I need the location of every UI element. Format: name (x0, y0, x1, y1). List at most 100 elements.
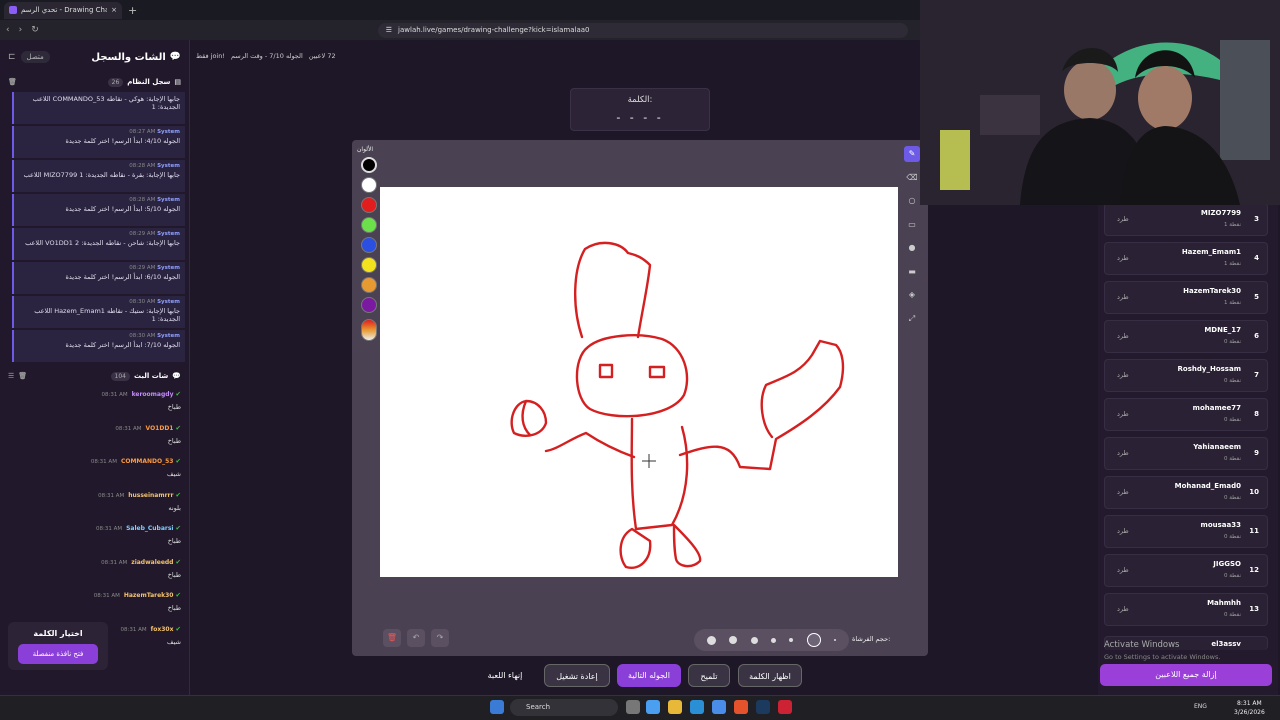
color-swatch[interactable] (361, 217, 377, 233)
filter-icon[interactable]: ☰ (8, 372, 14, 380)
chat-username[interactable]: husseinamrrr (128, 492, 173, 499)
brush-size-option[interactable] (834, 639, 837, 641)
chat-username[interactable]: COMMANDO_53 (121, 458, 174, 465)
trash-icon[interactable]: 🗑 (18, 372, 27, 380)
hint-button[interactable]: تلميح (688, 664, 730, 687)
player-points: 0 نقطة (1223, 534, 1241, 540)
brush-size-option[interactable] (750, 636, 758, 644)
color-swatch[interactable] (361, 297, 377, 313)
kick-button[interactable]: طرد (1117, 410, 1129, 418)
pen-icon[interactable]: ✎ (904, 146, 920, 162)
clear-canvas-button[interactable]: 🗑 (383, 629, 401, 647)
taskbar-clock[interactable]: 8:31 AM 3/26/2026 (1234, 699, 1265, 717)
live-chat-title: شات البث (134, 372, 169, 380)
chat-username[interactable]: HazemTarek30 (124, 592, 174, 599)
system-log-author: System (157, 129, 180, 135)
collapse-panel-icon[interactable]: ⊏ (8, 52, 16, 62)
new-tab-button[interactable]: + (128, 4, 137, 17)
system-log-text: اللاعب COMMANDO_53 جابها الإجابة: هوكي -… (32, 95, 180, 111)
undo-button[interactable]: ↶ (407, 629, 425, 647)
brush-size-option[interactable] (789, 638, 794, 642)
chat-text: شيف (166, 470, 181, 478)
chat-time: 08:31 AM (95, 526, 123, 532)
windows-start-icon[interactable] (490, 700, 504, 714)
player-rank: 11 (1249, 527, 1259, 535)
kick-button[interactable]: طرد (1117, 293, 1129, 301)
expand-icon[interactable]: ⤢ (904, 311, 920, 327)
app-icon[interactable] (646, 700, 660, 714)
color-swatch[interactable] (361, 157, 377, 173)
bucket-icon[interactable]: ◈ (904, 287, 920, 303)
forward-icon[interactable]: › (19, 25, 23, 35)
language-indicator[interactable]: ENG (1194, 703, 1207, 710)
kick-button[interactable]: طرد (1117, 527, 1129, 535)
chat-username[interactable]: VO1DD1 (146, 425, 174, 432)
url-field[interactable]: ☰ jawlah.live/games/drawing-challenge?ki… (377, 22, 908, 38)
reload-icon[interactable]: ↻ (31, 25, 39, 35)
kick-button[interactable]: طرد (1117, 215, 1129, 223)
taskbar-search[interactable]: Search (510, 699, 618, 716)
line-icon[interactable]: ▬ (904, 264, 920, 280)
brush-size-option-selected[interactable] (806, 633, 821, 647)
close-tab-icon[interactable]: × (111, 6, 117, 14)
system-log-count: 26 (107, 77, 124, 87)
drawing-canvas[interactable] (380, 187, 898, 577)
kick-button[interactable]: طرد (1117, 566, 1129, 574)
custom-color-picker[interactable] (361, 319, 377, 341)
fill-icon[interactable]: ● (904, 240, 920, 256)
end-game-button[interactable]: إنهاء اللعبة (480, 664, 530, 687)
mail-icon[interactable] (712, 700, 726, 714)
chat-username[interactable]: keroomagdy (132, 391, 174, 398)
edge-icon[interactable] (690, 700, 704, 714)
chat-username[interactable]: fox30x (151, 626, 174, 633)
live-chat-count: 104 (110, 371, 130, 381)
kick-button[interactable]: طرد (1117, 605, 1129, 613)
kick-button[interactable]: طرد (1117, 254, 1129, 262)
task-view-icon[interactable] (626, 700, 640, 714)
join-info: !join فقط (196, 52, 225, 60)
back-icon[interactable]: ‹ (6, 25, 10, 35)
obs-icon[interactable] (778, 700, 792, 714)
player-name: Mohanad_Emad0 (1174, 482, 1241, 490)
kick-button[interactable]: طرد (1117, 371, 1129, 379)
color-swatch[interactable] (361, 237, 377, 253)
color-swatch[interactable] (361, 197, 377, 213)
system-log-entry: 08:29 AM System اللاعب VO1DD1 جابها الإجا… (12, 228, 185, 260)
browser-tab[interactable]: تحدي الرسم - Drawing Challenge × (4, 1, 122, 19)
chat-message-meta: 08:31 AM ziadwaleedd ✔ (8, 558, 181, 566)
system-log-time: 08:29 AM (129, 231, 156, 237)
chat-time: 08:31 AM (93, 593, 120, 599)
color-swatch[interactable] (361, 277, 377, 293)
player-points: 0 نقطة (1223, 573, 1241, 579)
next-round-button[interactable]: الجوله التالية (617, 664, 681, 687)
trash-icon[interactable]: 🗑 (8, 78, 17, 86)
kick-button[interactable]: طرد (1117, 488, 1129, 496)
site-info-icon[interactable]: ☰ (386, 26, 392, 34)
brave-icon[interactable] (734, 700, 748, 714)
system-log-author: System (157, 197, 180, 203)
replay-button[interactable]: إعادة تشغيل (544, 664, 610, 687)
circle-icon[interactable]: ○ (904, 193, 920, 209)
steam-icon[interactable] (756, 700, 770, 714)
chat-username[interactable]: ziadwaleedd (131, 559, 173, 566)
brush-size-option[interactable] (729, 636, 738, 644)
color-swatch[interactable] (361, 177, 377, 193)
kick-button[interactable]: طرد (1117, 449, 1129, 457)
chat-time: 08:31 AM (90, 459, 117, 465)
rect-icon[interactable]: ▭ (904, 217, 920, 233)
brush-size-option[interactable] (770, 637, 776, 643)
url-text: jawlah.live/games/drawing-challenge?kick… (398, 26, 590, 34)
eraser-icon[interactable]: ⌫ (904, 170, 920, 186)
color-swatch[interactable] (361, 257, 377, 273)
player-rank: 5 (1254, 293, 1259, 301)
remove-all-players-button[interactable]: إزالة جميع اللاعبين (1100, 664, 1272, 686)
brush-size-option[interactable] (706, 635, 716, 645)
left-foot-stroke (619, 527, 652, 569)
file-explorer-icon[interactable] (668, 700, 682, 714)
reveal-word-button[interactable]: اظهار الكلمة (738, 664, 802, 687)
chat-username[interactable]: Saleb_Cubarsi (126, 525, 173, 532)
kick-button[interactable]: طرد (1117, 332, 1129, 340)
open-popup-button[interactable]: فتح نافذة منفصلة (18, 644, 98, 664)
system-log-time: 08:28 AM (129, 163, 156, 169)
redo-button[interactable]: ↷ (431, 629, 449, 647)
